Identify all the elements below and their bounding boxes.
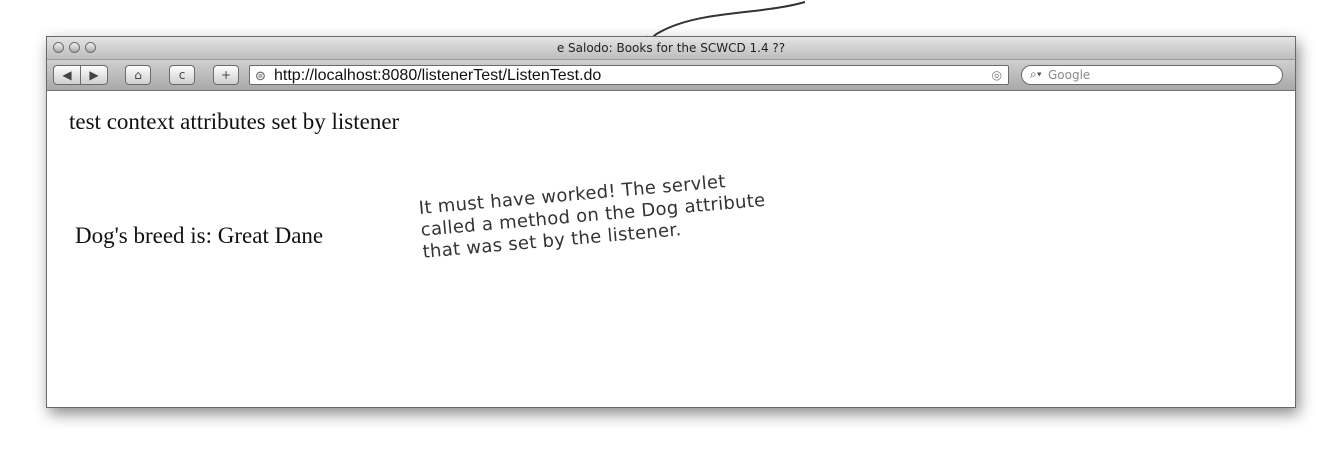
browser-toolbar: ◀ ▶ ⌂ c + ⊜ http://localhost:8080/listen…	[47, 60, 1295, 91]
url-text: http://localhost:8080/listenerTest/Liste…	[274, 67, 602, 84]
reload-button[interactable]: c	[169, 65, 195, 85]
search-placeholder: Google	[1048, 68, 1091, 82]
globe-icon: ⊜	[255, 68, 266, 83]
page-content: test context attributes set by listener …	[47, 91, 1295, 406]
page-heading: test context attributes set by listener	[69, 109, 400, 134]
forward-arrow-icon: ▶	[89, 68, 99, 82]
home-icon: ⌂	[134, 68, 142, 82]
search-icon: ⌕▾	[1030, 67, 1042, 81]
back-button[interactable]: ◀	[53, 65, 81, 85]
rss-icon[interactable]: ◎	[992, 68, 1002, 82]
address-bar[interactable]: ⊜ http://localhost:8080/listenerTest/Lis…	[249, 65, 1009, 85]
home-button[interactable]: ⌂	[125, 65, 151, 85]
reload-icon: c	[178, 68, 186, 82]
plus-icon: +	[220, 68, 232, 82]
breed-text: Dog's breed is: Great Dane	[75, 223, 324, 248]
window-title: e Salodo: Books for the SCWCD 1.4 ??	[556, 41, 786, 55]
back-arrow-icon: ◀	[62, 68, 72, 82]
title-bar: e Salodo: Books for the SCWCD 1.4 ??	[47, 37, 1295, 60]
forward-button[interactable]: ▶	[80, 65, 108, 85]
search-field[interactable]: ⌕▾ Google	[1021, 65, 1283, 85]
add-bookmark-button[interactable]: +	[213, 65, 239, 85]
